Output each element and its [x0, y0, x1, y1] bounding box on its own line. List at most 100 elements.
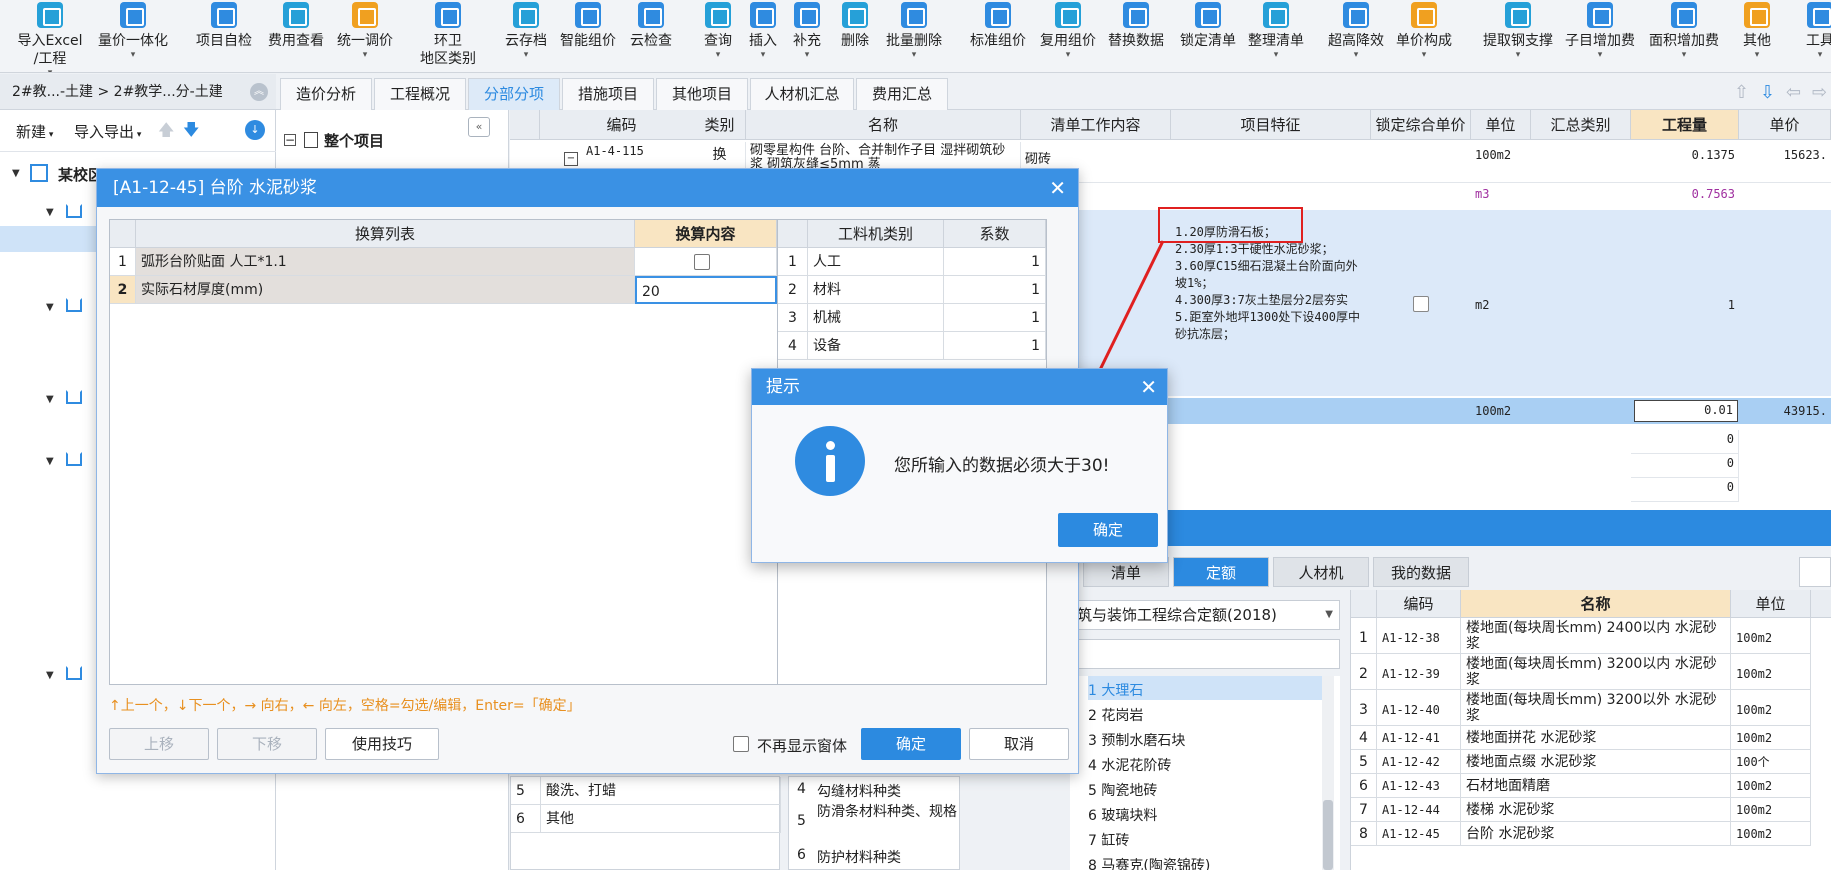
arrow-down-icon[interactable]: ⇩: [1760, 82, 1775, 103]
quota-code[interactable]: A1-12-40: [1377, 690, 1461, 726]
category-item[interactable]: 3 预制水磨石块: [1088, 730, 1185, 750]
tree-caret-icon[interactable]: ▼: [46, 207, 54, 218]
quota-name[interactable]: 楼地面拼花 水泥砂浆: [1461, 726, 1731, 750]
curved-step-checkbox[interactable]: [694, 254, 710, 270]
feature-item[interactable]: 其他: [541, 805, 781, 833]
usage-tips-button[interactable]: 使用技巧: [325, 728, 439, 760]
row-quantity[interactable]: 1: [1631, 296, 1739, 318]
row-quantity[interactable]: 0.7563: [1631, 185, 1739, 207]
toolbar-button-23[interactable]: 面积增加费 ▾: [1644, 0, 1724, 72]
quota-name[interactable]: 楼地面(每块周长mm) 3200以内 水泥砂浆: [1461, 654, 1731, 690]
toolbar-button-16[interactable]: 替换数据: [1103, 0, 1169, 72]
category-item[interactable]: 5 陶瓷地砖: [1088, 780, 1157, 800]
lower-tab-my-data[interactable]: 我的数据: [1373, 557, 1469, 587]
lock-price-checkbox[interactable]: [1413, 296, 1429, 312]
dont-show-label[interactable]: 不再显示窗体: [757, 735, 847, 756]
toolbar-button-19[interactable]: 超高降效 ▾: [1323, 0, 1389, 72]
category-item[interactable]: 4 水泥花阶砖: [1088, 755, 1171, 775]
factor-value[interactable]: 1: [944, 332, 1046, 360]
toolbar-button-0[interactable]: 导入Excel/工程 ▾: [5, 0, 95, 72]
move-down-icon[interactable]: 🡇: [183, 119, 199, 146]
quota-name[interactable]: 楼梯 水泥砂浆: [1461, 798, 1731, 822]
toolbar-button-22[interactable]: 子目增加费 ▾: [1560, 0, 1640, 72]
toolbar-button-20[interactable]: 单价构成 ▾: [1391, 0, 1457, 72]
toolbar-button-7[interactable]: 智能组价: [555, 0, 621, 72]
collapse-tree-icon[interactable]: −: [284, 134, 296, 146]
quota-code[interactable]: A1-12-39: [1377, 654, 1461, 690]
toolbar-button-15[interactable]: 复用组价 ▾: [1035, 0, 1101, 72]
stone-thickness-input[interactable]: 20: [635, 276, 777, 304]
quota-code[interactable]: A1-12-38: [1377, 618, 1461, 654]
close-icon[interactable]: ✕: [1140, 369, 1157, 405]
toolbar-button-13[interactable]: 批量删除 ▾: [879, 0, 949, 72]
tree-caret-icon[interactable]: ▼: [46, 670, 54, 681]
close-icon[interactable]: ✕: [1049, 169, 1066, 207]
tree-caret-icon[interactable]: ▼: [46, 302, 54, 313]
cancel-button[interactable]: 取消: [969, 728, 1069, 760]
toolbar-button-1[interactable]: 量价一体化 ▾: [92, 0, 174, 72]
tab-divisional-items[interactable]: 分部分项: [468, 78, 560, 110]
lower-tab-labor-material[interactable]: 人材机: [1273, 557, 1369, 587]
whole-project-item[interactable]: 整个项目: [324, 130, 384, 151]
category-item[interactable]: 8 马赛克(陶瓷锦砖): [1088, 855, 1210, 870]
toolbar-button-21[interactable]: 提取钢支撑 ▾: [1478, 0, 1558, 72]
lower-extra-button[interactable]: [1799, 557, 1831, 587]
quota-code[interactable]: A1-12-44: [1377, 798, 1461, 822]
row-quantity[interactable]: 0: [1631, 478, 1739, 502]
toolbar-button-17[interactable]: 锁定清单: [1175, 0, 1241, 72]
factor-value[interactable]: 1: [944, 248, 1046, 276]
collapse-row-icon[interactable]: −: [564, 152, 578, 166]
toolbar-button-4[interactable]: 统一调价 ▾: [330, 0, 400, 72]
toolbar-button-5[interactable]: 环卫 地区类别: [413, 0, 483, 72]
row-features[interactable]: 1.20厚防滑石板； 2.30厚1:3干硬性水泥砂浆； 3.60厚C15细石混凝…: [1171, 222, 1371, 392]
factor-value[interactable]: 1: [944, 276, 1046, 304]
tab-labor-material-summary[interactable]: 人材机汇总: [750, 78, 854, 110]
move-up-icon[interactable]: 🡅: [158, 119, 174, 146]
splitter-bar[interactable]: [1079, 510, 1831, 546]
tab-project-overview[interactable]: 工程概况: [374, 78, 466, 110]
tree-caret-icon[interactable]: ▼: [46, 456, 54, 467]
dont-show-checkbox[interactable]: [733, 736, 749, 752]
tab-measures[interactable]: 措施项目: [562, 78, 654, 110]
tree-caret-icon[interactable]: ▼: [46, 394, 54, 405]
tab-fee-summary[interactable]: 费用汇总: [856, 78, 948, 110]
import-export-button[interactable]: 导入导出 ▾: [74, 121, 141, 142]
feature-type-item[interactable]: 防护材料种类: [817, 847, 901, 867]
feature-item[interactable]: 酸洗、打蜡: [541, 777, 781, 805]
conv-item-cell[interactable]: [635, 248, 777, 276]
toolbar-button-3[interactable]: 费用查看: [261, 0, 331, 72]
category-item[interactable]: 6 玻璃块料: [1088, 805, 1157, 825]
row-quantity[interactable]: 0: [1631, 454, 1739, 478]
move-up-button[interactable]: 上移: [109, 728, 209, 760]
row-quantity[interactable]: 0: [1631, 430, 1739, 454]
lower-tab-quota[interactable]: 定额: [1173, 557, 1269, 587]
scrollbar[interactable]: [1322, 676, 1334, 870]
arrow-up-icon[interactable]: ⇧: [1734, 82, 1749, 103]
quota-search-input[interactable]: [1070, 639, 1340, 669]
factor-value[interactable]: 1: [944, 304, 1046, 332]
toolbar-button-2[interactable]: 项目自检: [191, 0, 257, 72]
tree-caret-icon[interactable]: ▼: [12, 168, 20, 179]
tab-other-items[interactable]: 其他项目: [656, 78, 748, 110]
toolbar-button-6[interactable]: 云存档 ▾: [499, 0, 553, 72]
toolbar-button-12[interactable]: 删除: [833, 0, 877, 72]
feature-type-item[interactable]: 防滑条材料种类、规格: [817, 803, 957, 821]
toolbar-button-8[interactable]: 云检查: [623, 0, 679, 72]
download-icon[interactable]: ↓: [245, 120, 265, 140]
quota-library-select[interactable]: 筑与装饰工程综合定额(2018) ▼: [1070, 600, 1340, 630]
category-item[interactable]: 7 缸砖: [1088, 830, 1129, 850]
toolbar-button-9[interactable]: 查询 ▾: [694, 0, 742, 72]
quota-code[interactable]: A1-12-45: [1377, 822, 1461, 846]
toolbar-button-11[interactable]: 补充 ▾: [787, 0, 827, 72]
toolbar-button-10[interactable]: 插入 ▾: [743, 0, 783, 72]
quantity-input[interactable]: 0.01: [1634, 400, 1738, 422]
quota-name[interactable]: 楼地面(每块周长mm) 2400以内 水泥砂浆: [1461, 618, 1731, 654]
arrow-left-icon[interactable]: ⇦: [1786, 82, 1801, 103]
quota-name[interactable]: 楼地面(每块周长mm) 3200以外 水泥砂浆: [1461, 690, 1731, 726]
toolbar-button-25[interactable]: 工具▾: [1800, 0, 1831, 72]
quota-code[interactable]: A1-12-42: [1377, 750, 1461, 774]
tab-cost-analysis[interactable]: 造价分析: [280, 78, 372, 110]
move-down-button[interactable]: 下移: [217, 728, 317, 760]
quota-code[interactable]: A1-12-41: [1377, 726, 1461, 750]
toolbar-button-14[interactable]: 标准组价: [965, 0, 1031, 72]
